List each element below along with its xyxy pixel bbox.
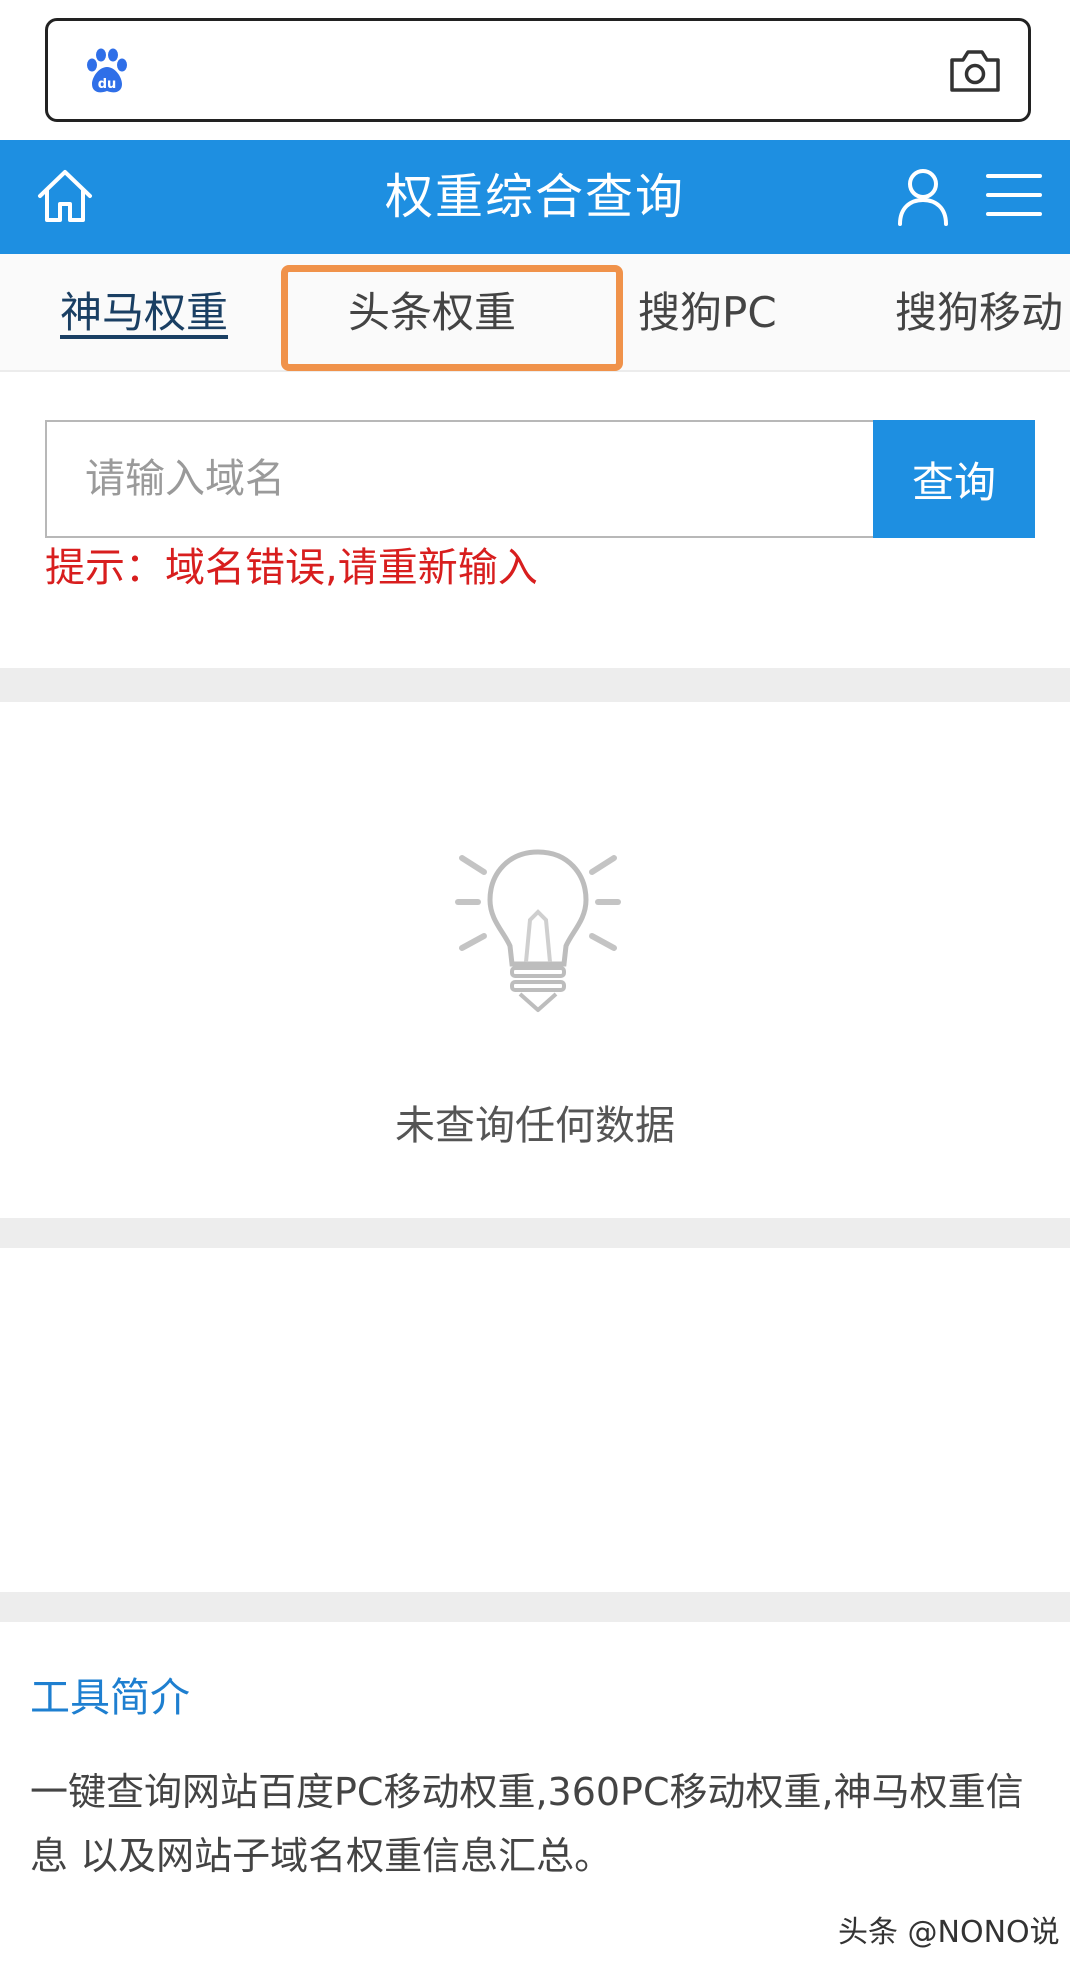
menu-icon[interactable] [986, 170, 1042, 220]
svg-text:du: du [98, 77, 117, 92]
tab-sogou-mobile[interactable]: 搜狗移动 [895, 254, 1063, 370]
baidu-paw-logo[interactable]: du [82, 47, 132, 97]
watermark: 头条 @NONO说 [838, 1915, 1060, 1950]
section-divider [0, 1592, 1070, 1622]
query-button[interactable]: 查询 [873, 420, 1035, 538]
domain-input[interactable] [45, 420, 875, 538]
error-hint: 提示：域名错误,请重新输入 [45, 545, 538, 591]
tab-sogou-pc[interactable]: 搜狗PC [638, 254, 777, 370]
annotation-highlight-box [281, 265, 623, 371]
app-header: 权重综合查询 [0, 140, 1070, 254]
user-icon[interactable] [896, 166, 950, 226]
section-divider [0, 668, 1070, 702]
section-divider [0, 1218, 1070, 1248]
intro-title: 工具简介 [30, 1675, 190, 1721]
browser-search-bar[interactable]: du [45, 18, 1031, 122]
lightbulb-icon [438, 840, 638, 1030]
intro-body: 一键查询网站百度PC移动权重,360PC移动权重,神马权重信息 以及网站子域名权… [30, 1770, 1024, 1878]
empty-state-text: 未查询任何数据 [395, 1103, 675, 1149]
tab-shenma[interactable]: 神马权重 [60, 254, 228, 370]
home-icon[interactable] [36, 168, 94, 224]
camera-icon[interactable] [948, 48, 1002, 94]
